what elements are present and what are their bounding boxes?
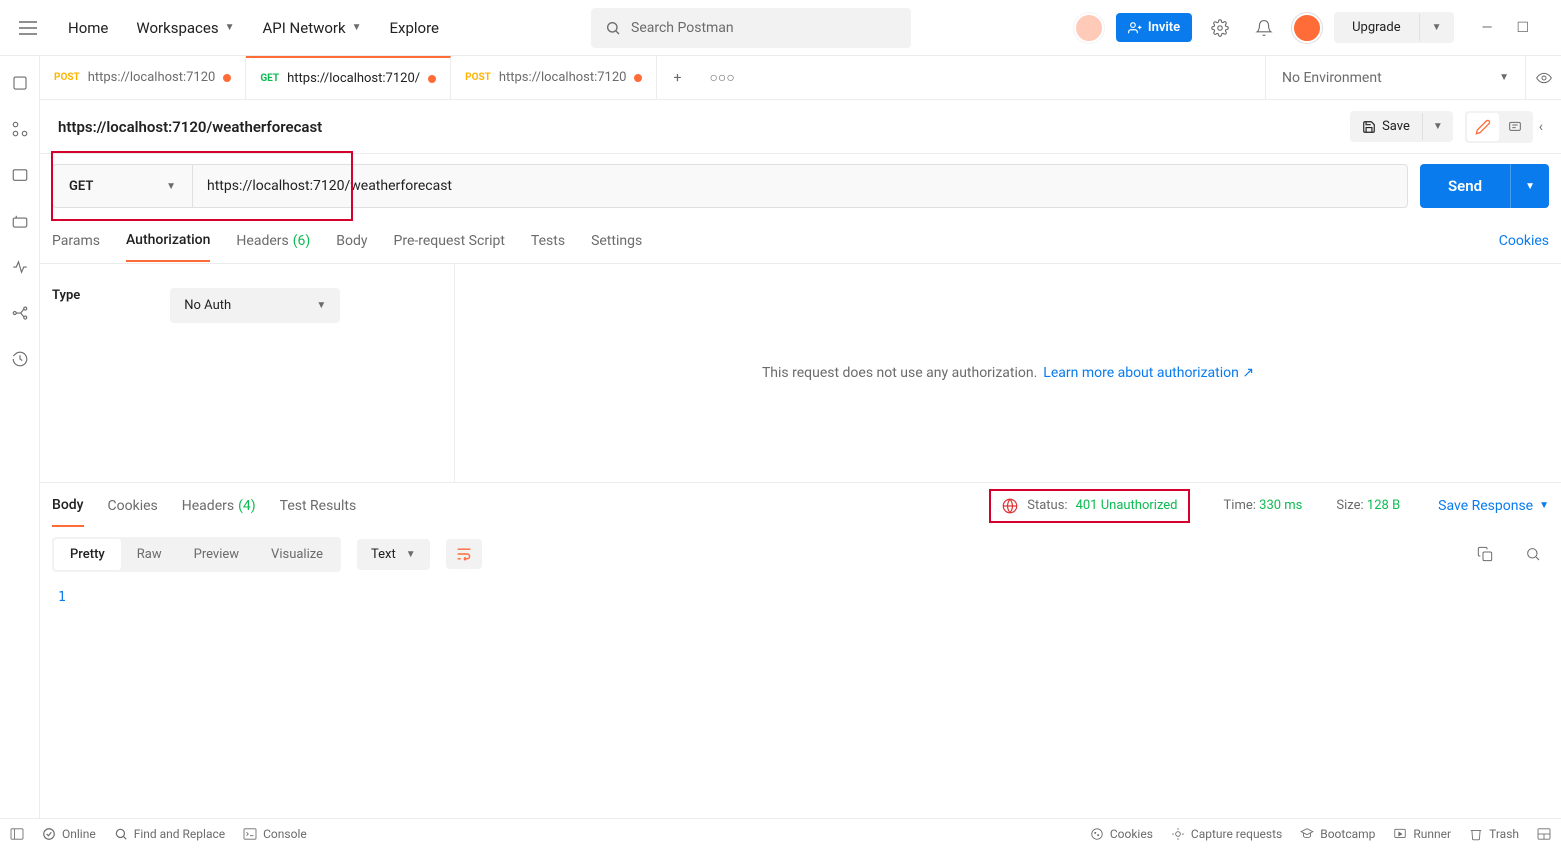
menu-icon[interactable] — [8, 8, 48, 48]
notifications-icon[interactable] — [1248, 12, 1280, 44]
search-input[interactable]: Search Postman — [591, 8, 911, 48]
status-bar: Online Find and Replace Console Cookies … — [0, 818, 1561, 848]
settings-icon[interactable] — [1204, 12, 1236, 44]
auth-type-label: Type — [52, 288, 80, 303]
view-visualize[interactable]: Visualize — [255, 539, 339, 570]
app-header: Home Workspaces▼ API Network▼ Explore Se… — [0, 0, 1561, 56]
tab-settings[interactable]: Settings — [591, 221, 642, 261]
upgrade-button[interactable]: Upgrade ▼ — [1334, 12, 1453, 43]
view-preview[interactable]: Preview — [178, 539, 255, 570]
tab-body[interactable]: Body — [336, 221, 367, 261]
tab-tests[interactable]: Tests — [531, 221, 565, 261]
save-caret[interactable]: ▼ — [1422, 113, 1453, 140]
ssl-warning-icon — [1001, 497, 1019, 515]
sidebar-apis-icon[interactable] — [11, 120, 29, 138]
unsaved-dot-icon — [223, 74, 231, 82]
tab-request-0[interactable]: POST https://localhost:7120 — [40, 56, 246, 99]
request-header: https://localhost:7120/weatherforecast S… — [40, 100, 1561, 154]
footer-capture[interactable]: Capture requests — [1171, 827, 1282, 841]
sidebar-toggle-icon[interactable] — [10, 828, 24, 840]
nav-api-network[interactable]: API Network▼ — [250, 11, 373, 45]
footer-find[interactable]: Find and Replace — [114, 827, 225, 841]
window-minimize-icon[interactable]: — — [1482, 20, 1493, 36]
user-avatar[interactable] — [1292, 13, 1322, 43]
tab-pre-request[interactable]: Pre-request Script — [394, 221, 505, 261]
nav-home[interactable]: Home — [56, 11, 120, 45]
authorization-panel: Type No Auth▼ This request does not use … — [40, 264, 1561, 482]
response-status: Status: 401 Unauthorized — [989, 489, 1189, 523]
new-tab-button[interactable]: + — [657, 70, 697, 86]
method-select[interactable]: GET▼ — [53, 165, 193, 207]
cookies-link[interactable]: Cookies — [1499, 233, 1549, 249]
auth-message: This request does not use any authorizat… — [762, 365, 1037, 381]
learn-more-link[interactable]: Learn more about authorization ↗ — [1043, 365, 1254, 381]
url-input[interactable]: https://localhost:7120/weatherforecast — [193, 165, 1407, 207]
tab-params[interactable]: Params — [52, 221, 100, 261]
request-title: https://localhost:7120/weatherforecast — [52, 118, 322, 136]
tab-headers[interactable]: Headers(6) — [236, 221, 310, 261]
request-section-tabs: Params Authorization Headers(6) Body Pre… — [40, 218, 1561, 264]
sidebar-history-icon[interactable] — [11, 350, 29, 368]
footer-layout-icon[interactable] — [1537, 828, 1551, 840]
send-caret[interactable]: ▼ — [1510, 164, 1549, 208]
search-response-icon[interactable] — [1517, 538, 1549, 570]
unsaved-dot-icon — [634, 74, 642, 82]
wrap-lines-icon[interactable] — [446, 539, 482, 569]
footer-console[interactable]: Console — [243, 827, 307, 841]
tab-authorization[interactable]: Authorization — [126, 220, 210, 262]
response-tab-cookies[interactable]: Cookies — [108, 486, 158, 526]
response-format-select[interactable]: Text▼ — [357, 539, 430, 570]
response-time: Time: 330 ms — [1224, 498, 1303, 513]
search-placeholder: Search Postman — [631, 20, 734, 36]
footer-runner[interactable]: Runner — [1393, 827, 1451, 841]
footer-trash[interactable]: Trash — [1469, 827, 1519, 841]
unsaved-dot-icon — [428, 75, 436, 83]
response-view-controls: Pretty Raw Preview Visualize Text▼ — [40, 528, 1561, 580]
left-sidebar — [0, 56, 40, 818]
copy-icon[interactable] — [1469, 538, 1501, 570]
team-avatar[interactable] — [1074, 13, 1104, 43]
sidebar-monitors-icon[interactable] — [11, 258, 29, 276]
edit-icon[interactable] — [1467, 113, 1499, 141]
sidebar-flows-icon[interactable] — [11, 304, 29, 322]
comment-icon[interactable] — [1499, 113, 1531, 141]
footer-bootcamp[interactable]: Bootcamp — [1300, 827, 1375, 841]
tab-request-2[interactable]: POST https://localhost:7120 — [451, 56, 657, 99]
url-bar: GET▼ https://localhost:7120/weatherforec… — [40, 154, 1561, 218]
save-button[interactable]: Save ▼ — [1350, 111, 1453, 142]
tab-overflow-icon[interactable]: ○○○ — [697, 69, 746, 86]
nav-workspaces[interactable]: Workspaces▼ — [124, 11, 246, 45]
view-raw[interactable]: Raw — [121, 539, 178, 570]
send-button[interactable]: Send ▼ — [1420, 164, 1549, 208]
request-tabstrip: POST https://localhost:7120 GET https://… — [40, 56, 1561, 100]
response-section-tabs: Body Cookies Headers(4) Test Results Sta… — [40, 482, 1561, 528]
info-pane-toggle[interactable]: ‹ — [1533, 119, 1549, 135]
sidebar-environments-icon[interactable] — [11, 166, 29, 184]
environment-quicklook-icon[interactable] — [1525, 56, 1561, 99]
response-tab-test-results[interactable]: Test Results — [280, 486, 357, 526]
sidebar-mock-icon[interactable] — [11, 212, 29, 230]
response-size: Size: 128 B — [1336, 498, 1400, 513]
tab-request-1[interactable]: GET https://localhost:7120/ — [246, 56, 451, 99]
window-maximize-icon[interactable]: ☐ — [1516, 20, 1529, 36]
nav-explore[interactable]: Explore — [378, 11, 452, 45]
sidebar-collections-icon[interactable] — [11, 74, 29, 92]
response-body-editor[interactable]: 1 — [40, 580, 1561, 818]
line-number: 1 — [58, 590, 86, 605]
response-tab-body[interactable]: Body — [52, 485, 84, 527]
footer-online[interactable]: Online — [42, 827, 96, 841]
invite-button[interactable]: Invite — [1116, 13, 1192, 42]
save-response-button[interactable]: Save Response▼ — [1438, 498, 1549, 514]
environment-select[interactable]: No Environment▼ — [1265, 56, 1525, 99]
view-pretty[interactable]: Pretty — [54, 539, 121, 570]
response-tab-headers[interactable]: Headers(4) — [182, 486, 256, 526]
footer-cookies[interactable]: Cookies — [1090, 827, 1153, 841]
auth-type-select[interactable]: No Auth▼ — [170, 288, 340, 323]
upgrade-caret[interactable]: ▼ — [1419, 14, 1454, 41]
